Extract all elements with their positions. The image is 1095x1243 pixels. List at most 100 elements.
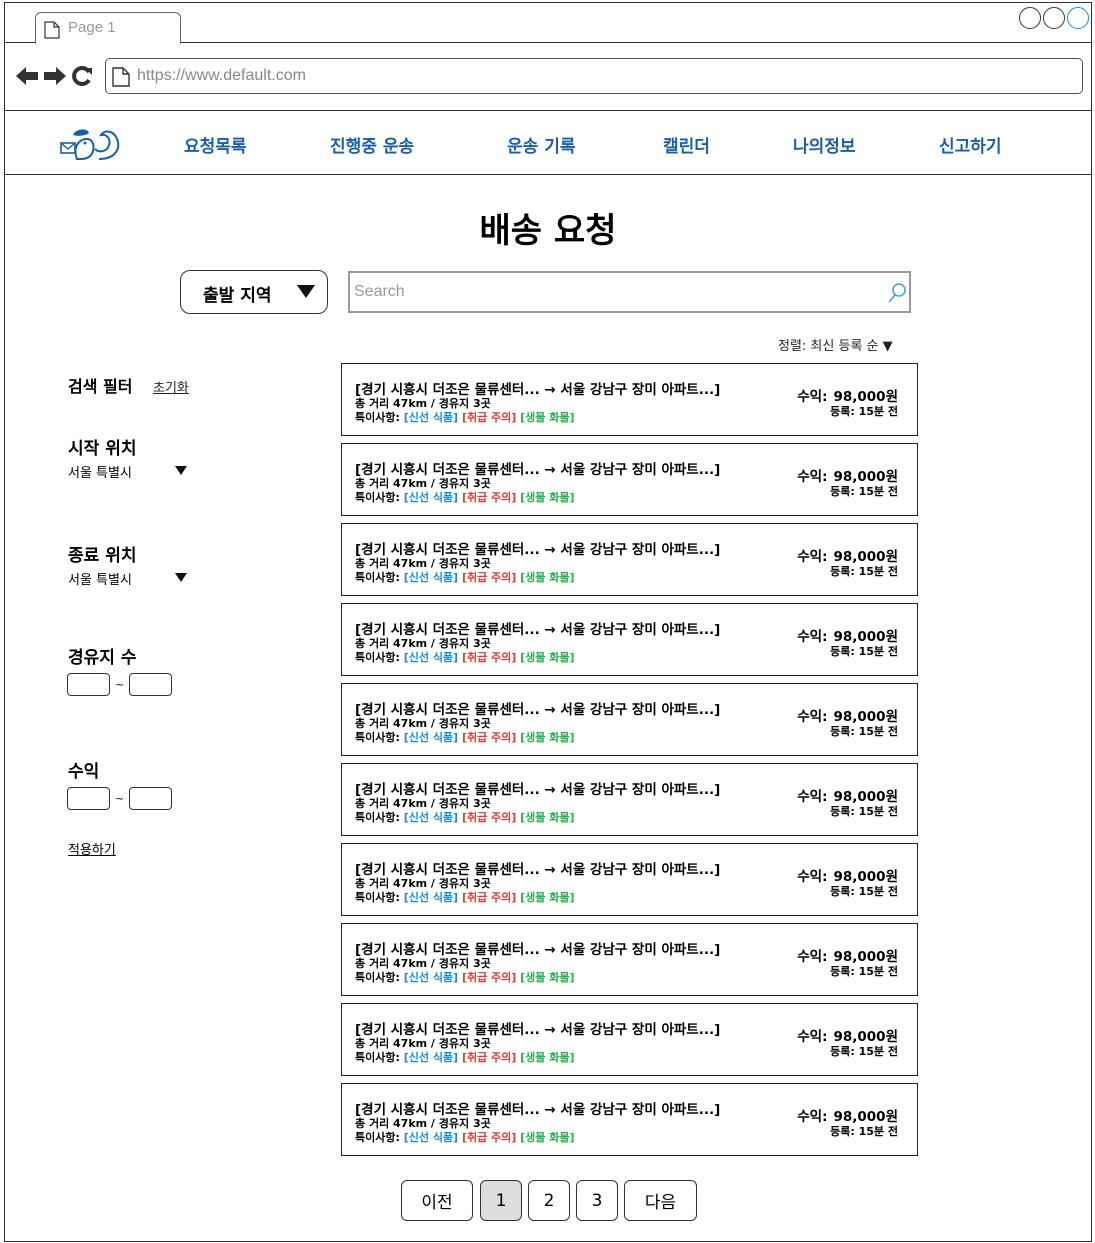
request-card[interactable]: [경기 시흥시 더조은 물류센터... → 서울 강남구 장미 아파트...] … [341,843,918,916]
browser-tab[interactable]: Page 1 [35,12,181,44]
tag-fresh: [신선 식품] [403,1131,459,1144]
tag-live: [생물 화물] [520,1131,575,1144]
next-page-button[interactable]: 다음 [624,1180,697,1221]
tag-fresh: [신선 식품] [403,891,459,904]
request-card[interactable]: [경기 시흥시 더조은 물류센터... → 서울 강남구 장미 아파트...] … [341,1083,918,1156]
card-notes: 특이사항: [신선 식품] [취급 주의] [생물 화물] [355,889,575,905]
nav-request-list[interactable]: 요청목록 [184,132,247,157]
squirrel-logo-icon[interactable] [59,125,125,163]
search-input[interactable] [354,279,874,305]
browser-window: Page 1 https://www.default.com 요청목록 진행중 … [4,2,1092,1242]
card-earnings: 수익: 98,000원 [797,865,898,885]
maximize-icon[interactable] [1043,7,1065,29]
card-notes: 특이사항: [신선 식품] [취급 주의] [생물 화물] [355,969,575,985]
nav-in-progress[interactable]: 진행중 운송 [330,132,414,157]
tag-fresh: [신선 식품] [403,1051,459,1064]
card-earnings-label: 수익: [797,1029,828,1045]
card-posted-time: 등록: 15분 전 [830,565,898,578]
card-posted-time: 등록: 15분 전 [830,885,898,898]
card-earnings-label: 수익: [797,789,828,805]
card-posted-time: 등록: 15분 전 [830,1125,898,1138]
search-box[interactable] [348,271,911,313]
card-notes-label: 특이사항: [355,491,404,504]
filter-reset-link[interactable]: 초기화 [153,377,189,396]
tag-caution: [취급 주의] [461,1051,517,1064]
card-notes: 특이사항: [신선 식품] [취급 주의] [생물 화물] [355,729,575,745]
tag-live: [생물 화물] [520,971,575,984]
card-earnings-label: 수익: [797,949,828,965]
tag-fresh: [신선 식품] [403,491,459,504]
tag-caution: [취급 주의] [461,571,517,584]
browser-nav [15,65,93,87]
reload-icon[interactable] [71,65,93,87]
nav-calendar[interactable]: 캘린더 [663,132,710,157]
app-navbar: 요청목록 진행중 운송 운송 기록 캘린더 나의정보 신고하기 [5,111,1091,175]
tag-live: [생물 화물] [520,811,575,824]
search-icon[interactable] [887,282,907,304]
waypoints-max-input[interactable] [129,673,173,696]
triangle-down-icon [175,573,187,582]
waypoints-label: 경유지 수 [68,648,137,668]
income-range: ~ [67,787,173,810]
end-location-select[interactable]: 서울 특별시 [68,569,188,589]
tag-caution: [취급 주의] [461,411,517,424]
request-card[interactable]: [경기 시흥시 더조은 물류센터... → 서울 강남구 장미 아파트...] … [341,683,918,756]
nav-report[interactable]: 신고하기 [939,132,1002,157]
card-earnings: 수익: 98,000원 [797,705,898,725]
sort-dropdown[interactable]: 정렬: 최신 등록 순 ▼ [778,335,893,354]
end-location-value: 서울 특별시 [68,573,132,588]
request-card[interactable]: [경기 시흥시 더조은 물류센터... → 서울 강남구 장미 아파트...] … [341,923,918,996]
page-3-button[interactable]: 3 [576,1180,618,1221]
back-arrow-icon[interactable] [15,66,39,86]
card-notes: 특이사항: [신선 식품] [취급 주의] [생물 화물] [355,569,575,585]
card-earnings: 수익: 98,000원 [797,385,898,405]
close-icon[interactable] [1067,7,1089,29]
document-icon [44,21,60,39]
waypoints-min-input[interactable] [67,673,110,696]
card-notes: 특이사항: [신선 식품] [취급 주의] [생물 화물] [355,809,575,825]
region-select[interactable]: 출발 지역 [180,270,328,314]
card-earnings-label: 수익: [797,1109,828,1125]
start-location-select[interactable]: 서울 특별시 [68,462,188,482]
tag-fresh: [신선 식품] [403,731,459,744]
apply-filter-link[interactable]: 적용하기 [68,839,116,858]
card-earnings-label: 수익: [797,869,828,885]
prev-page-button[interactable]: 이전 [401,1180,473,1221]
tag-live: [생물 화물] [520,491,575,504]
window-controls [1019,7,1089,29]
page-2-button[interactable]: 2 [528,1180,570,1221]
income-min-input[interactable] [67,787,110,810]
card-notes-label: 특이사항: [355,971,404,984]
tag-live: [생물 화물] [520,571,575,584]
start-location-value: 서울 특별시 [68,466,132,481]
request-card[interactable]: [경기 시흥시 더조은 물류센터... → 서울 강남구 장미 아파트...] … [341,1003,918,1076]
forward-arrow-icon[interactable] [43,66,67,86]
tag-fresh: [신선 식품] [403,411,459,424]
nav-history[interactable]: 운송 기록 [507,132,575,157]
card-notes-label: 특이사항: [355,891,404,904]
request-card[interactable]: [경기 시흥시 더조은 물류센터... → 서울 강남구 장미 아파트...] … [341,363,918,436]
nav-my-info[interactable]: 나의정보 [793,132,856,157]
card-earnings: 수익: 98,000원 [797,785,898,805]
card-earnings: 수익: 98,000원 [797,625,898,645]
page-1-button[interactable]: 1 [480,1180,522,1221]
waypoints-range: ~ [67,673,173,696]
card-notes: 특이사항: [신선 식품] [취급 주의] [생물 화물] [355,409,575,425]
card-posted-time: 등록: 15분 전 [830,645,898,658]
tag-live: [생물 화물] [520,1051,575,1064]
card-notes: 특이사항: [신선 식품] [취급 주의] [생물 화물] [355,1049,575,1065]
request-card[interactable]: [경기 시흥시 더조은 물류센터... → 서울 강남구 장미 아파트...] … [341,603,918,676]
request-card[interactable]: [경기 시흥시 더조은 물류센터... → 서울 강남구 장미 아파트...] … [341,523,918,596]
income-max-input[interactable] [129,787,173,810]
request-card[interactable]: [경기 시흥시 더조은 물류센터... → 서울 강남구 장미 아파트...] … [341,443,918,516]
region-select-label: 출발 지역 [203,286,272,306]
tag-fresh: [신선 식품] [403,571,459,584]
request-card[interactable]: [경기 시흥시 더조은 물류센터... → 서울 강남구 장미 아파트...] … [341,763,918,836]
card-earnings: 수익: 98,000원 [797,545,898,565]
tag-live: [생물 화물] [520,651,575,664]
address-bar[interactable]: https://www.default.com [105,58,1083,94]
tag-fresh: [신선 식품] [403,971,459,984]
card-earnings: 수익: 98,000원 [797,465,898,485]
card-earnings: 수익: 98,000원 [797,1025,898,1045]
minimize-icon[interactable] [1019,7,1041,29]
